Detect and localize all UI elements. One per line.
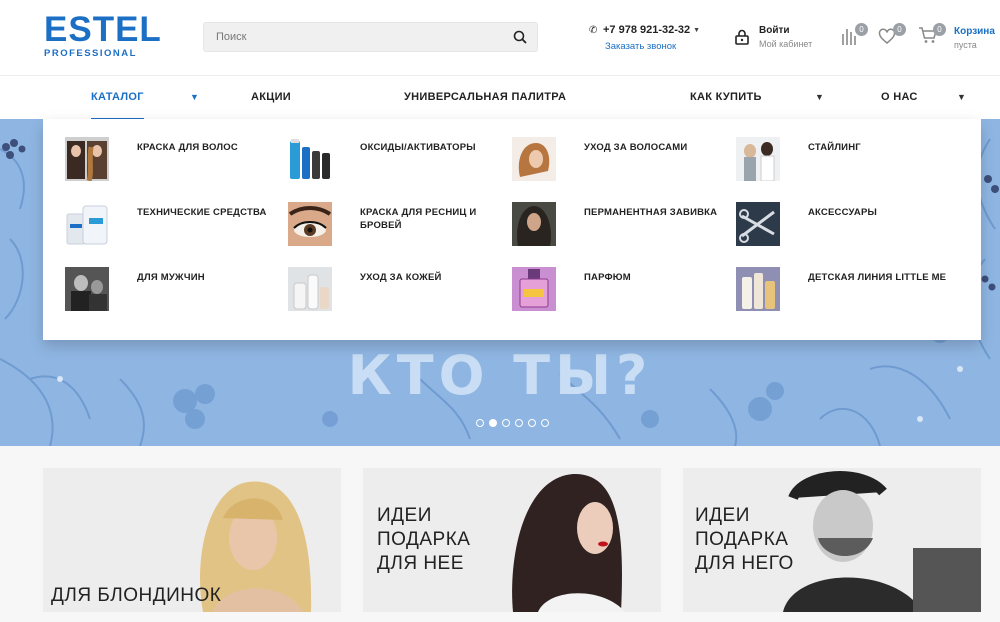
- styling-thumbnail: [736, 137, 780, 181]
- catalog-item-oxides[interactable]: ОКСИДЫ/АКТИВАТОРЫ: [288, 137, 508, 187]
- catalog-item-men[interactable]: ДЛЯ МУЖЧИН: [65, 267, 285, 317]
- perfume-thumbnail: [512, 267, 556, 311]
- catalog-item-skin-care[interactable]: УХОД ЗА КОЖЕЙ: [288, 267, 508, 317]
- accessories-thumbnail: [736, 202, 780, 246]
- slider-dot[interactable]: [502, 419, 510, 427]
- slider-dot[interactable]: [528, 419, 536, 427]
- catalog-item-styling[interactable]: СТАЙЛИНГ: [736, 137, 956, 187]
- promo-tile-blondes[interactable]: ДЛЯ БЛОНДИНОК: [43, 468, 341, 612]
- chevron-down-icon[interactable]: ▼: [190, 76, 199, 120]
- catalog-item-label: ОКСИДЫ/АКТИВАТОРЫ: [360, 142, 476, 153]
- kids-thumbnail: [736, 267, 780, 311]
- catalog-item-technical[interactable]: ТЕХНИЧЕСКИЕ СРЕДСТВА: [65, 202, 285, 252]
- catalog-item-label: ТЕХНИЧЕСКИЕ СРЕДСТВА: [137, 207, 267, 218]
- hero-title: КТО ТЫ?: [347, 344, 653, 407]
- technical-thumbnail: [65, 202, 109, 246]
- search-box: [203, 22, 538, 52]
- catalog-item-perm[interactable]: ПЕРМАНЕНТНАЯ ЗАВИВКА: [512, 202, 732, 252]
- compare-button[interactable]: 0: [840, 23, 868, 46]
- page: ESTEL PROFESSIONAL ✆+7 978 921-32-32▼ За…: [0, 0, 1000, 622]
- nav-item-catalog[interactable]: КАТАЛОГ: [91, 76, 144, 120]
- phone-text: +7 978 921-32-32: [603, 24, 691, 36]
- promo-tile-gift-her[interactable]: ИДЕИ ПОДАРКА ДЛЯ НЕЕ: [363, 468, 661, 612]
- compare-icon: [840, 29, 858, 50]
- catalog-item-label: КРАСКА ДЛЯ ВОЛОС: [137, 142, 238, 153]
- oxides-thumbnail: [288, 137, 332, 181]
- header: ESTEL PROFESSIONAL ✆ +7 978 921-32-32▼ За…: [0, 0, 1000, 75]
- catalog-item-lash-brow[interactable]: КРАСКА ДЛЯ РЕСНИЦ И БРОВЕЙ: [288, 202, 508, 252]
- nav-item-promos[interactable]: АКЦИИ: [251, 76, 291, 120]
- catalog-item-label: ДЛЯ МУЖЧИН: [137, 272, 205, 283]
- main-nav: КАТАЛОГ ▼ АКЦИИ УНИВЕРСАЛЬНАЯ ПАЛИТРА КА…: [0, 75, 1000, 120]
- chevron-down-icon[interactable]: ▼: [957, 76, 966, 120]
- catalog-item-label: ПАРФЮМ: [584, 272, 631, 283]
- promo-section: ДЛЯ БЛОНДИНОК ИДЕИ ПОДАРКА ДЛЯ НЕЕ ИДЕИ …: [0, 446, 1000, 622]
- slider-dot[interactable]: [541, 419, 549, 427]
- nav-item-how-to-buy[interactable]: КАК КУПИТЬ: [690, 76, 762, 120]
- catalog-item-kids[interactable]: ДЕТСКАЯ ЛИНИЯ LITTLE ME: [736, 267, 956, 317]
- hair-color-thumbnail: [65, 137, 109, 181]
- lock-icon: [734, 29, 750, 45]
- compare-count-badge: 0: [855, 23, 868, 36]
- heart-icon: [878, 28, 896, 50]
- callback-link[interactable]: Заказать звонок: [605, 41, 676, 52]
- catalog-item-label: АКСЕССУАРЫ: [808, 207, 878, 218]
- estel-logo[interactable]: ESTEL PROFESSIONAL: [44, 10, 184, 59]
- cart-subtitle: пуста: [954, 40, 977, 50]
- slider-dot-active[interactable]: [489, 419, 497, 427]
- search-icon[interactable]: [513, 30, 527, 44]
- favorites-button[interactable]: 0: [878, 23, 906, 46]
- catalog-item-label: УХОД ЗА ВОЛОСАМИ: [584, 142, 688, 153]
- chevron-down-icon[interactable]: ▼: [815, 76, 824, 120]
- catalog-item-label: ПЕРМАНЕНТНАЯ ЗАВИВКА: [584, 207, 718, 218]
- favorites-count-badge: 0: [893, 23, 906, 36]
- login-title: Войти: [759, 25, 790, 36]
- hair-care-thumbnail: [512, 137, 556, 181]
- logo-sub: PROFESSIONAL: [44, 48, 137, 59]
- catalog-item-label: ДЕТСКАЯ ЛИНИЯ LITTLE ME: [808, 272, 947, 283]
- men-thumbnail: [65, 267, 109, 311]
- catalog-item-label: КРАСКА ДЛЯ РЕСНИЦ И БРОВЕЙ: [360, 207, 477, 231]
- catalog-item-hair-care[interactable]: УХОД ЗА ВОЛОСАМИ: [512, 137, 732, 187]
- login-button[interactable]: Войти Мой кабинет: [734, 25, 824, 55]
- lash-brow-thumbnail: [288, 202, 332, 246]
- promo-title: ДЛЯ БЛОНДИНОК: [51, 585, 222, 606]
- phone-number[interactable]: ✆ +7 978 921-32-32 ▼: [589, 24, 700, 36]
- promo-title: ИДЕИ ПОДАРКА ДЛЯ НЕЕ: [377, 505, 471, 574]
- chevron-down-icon[interactable]: ▼: [693, 27, 700, 34]
- cart-icon-wrap: 0: [918, 23, 946, 46]
- phone-icon: ✆: [589, 25, 598, 36]
- cart-count-badge: 0: [933, 23, 946, 36]
- nav-item-about[interactable]: О НАС: [881, 76, 918, 120]
- skin-care-thumbnail: [288, 267, 332, 311]
- catalog-item-perfume[interactable]: ПАРФЮМ: [512, 267, 732, 317]
- promo-tile-gift-him[interactable]: ИДЕИ ПОДАРКА ДЛЯ НЕГО: [683, 468, 981, 612]
- login-subtitle: Мой кабинет: [759, 39, 813, 49]
- cart-title: Корзина: [954, 26, 995, 37]
- catalog-dropdown: КРАСКА ДЛЯ ВОЛОС ОКСИДЫ/АКТИВАТОРЫ УХОД …: [43, 119, 981, 340]
- logo-brand: ESTEL: [44, 10, 162, 49]
- catalog-item-label: УХОД ЗА КОЖЕЙ: [360, 272, 442, 283]
- slider-dot[interactable]: [515, 419, 523, 427]
- catalog-item-accessories[interactable]: АКСЕССУАРЫ: [736, 202, 956, 252]
- promo-title: ИДЕИ ПОДАРКА ДЛЯ НЕГО: [695, 505, 794, 574]
- catalog-item-hair-color[interactable]: КРАСКА ДЛЯ ВОЛОС: [65, 137, 285, 187]
- slider-dot[interactable]: [476, 419, 484, 427]
- perm-thumbnail: [512, 202, 556, 246]
- catalog-item-label: СТАЙЛИНГ: [808, 142, 861, 153]
- search-input[interactable]: [204, 23, 504, 51]
- nav-item-palette[interactable]: УНИВЕРСАЛЬНАЯ ПАЛИТРА: [404, 76, 566, 120]
